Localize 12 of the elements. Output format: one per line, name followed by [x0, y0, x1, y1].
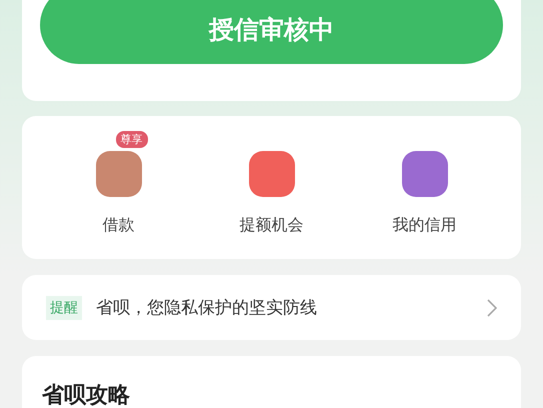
- notice-tag: 提醒: [46, 296, 82, 320]
- app-icon[interactable]: [402, 151, 448, 197]
- shortcut-label[interactable]: 提额机会: [240, 215, 304, 236]
- app-icon[interactable]: [248, 151, 294, 197]
- chevron-right-icon: [487, 298, 497, 316]
- app-icon[interactable]: [96, 151, 142, 197]
- notice-card[interactable]: 提醒 省呗，您隐私保护的坚实防线: [22, 275, 521, 340]
- section-title: 省呗攻略: [42, 383, 130, 408]
- badge: 尊享: [116, 131, 148, 148]
- shortcut-label[interactable]: 借款: [102, 215, 134, 236]
- shortcut-label[interactable]: 我的信用: [392, 215, 456, 236]
- notice-text: 省呗，您隐私保护的坚实防线: [96, 297, 318, 319]
